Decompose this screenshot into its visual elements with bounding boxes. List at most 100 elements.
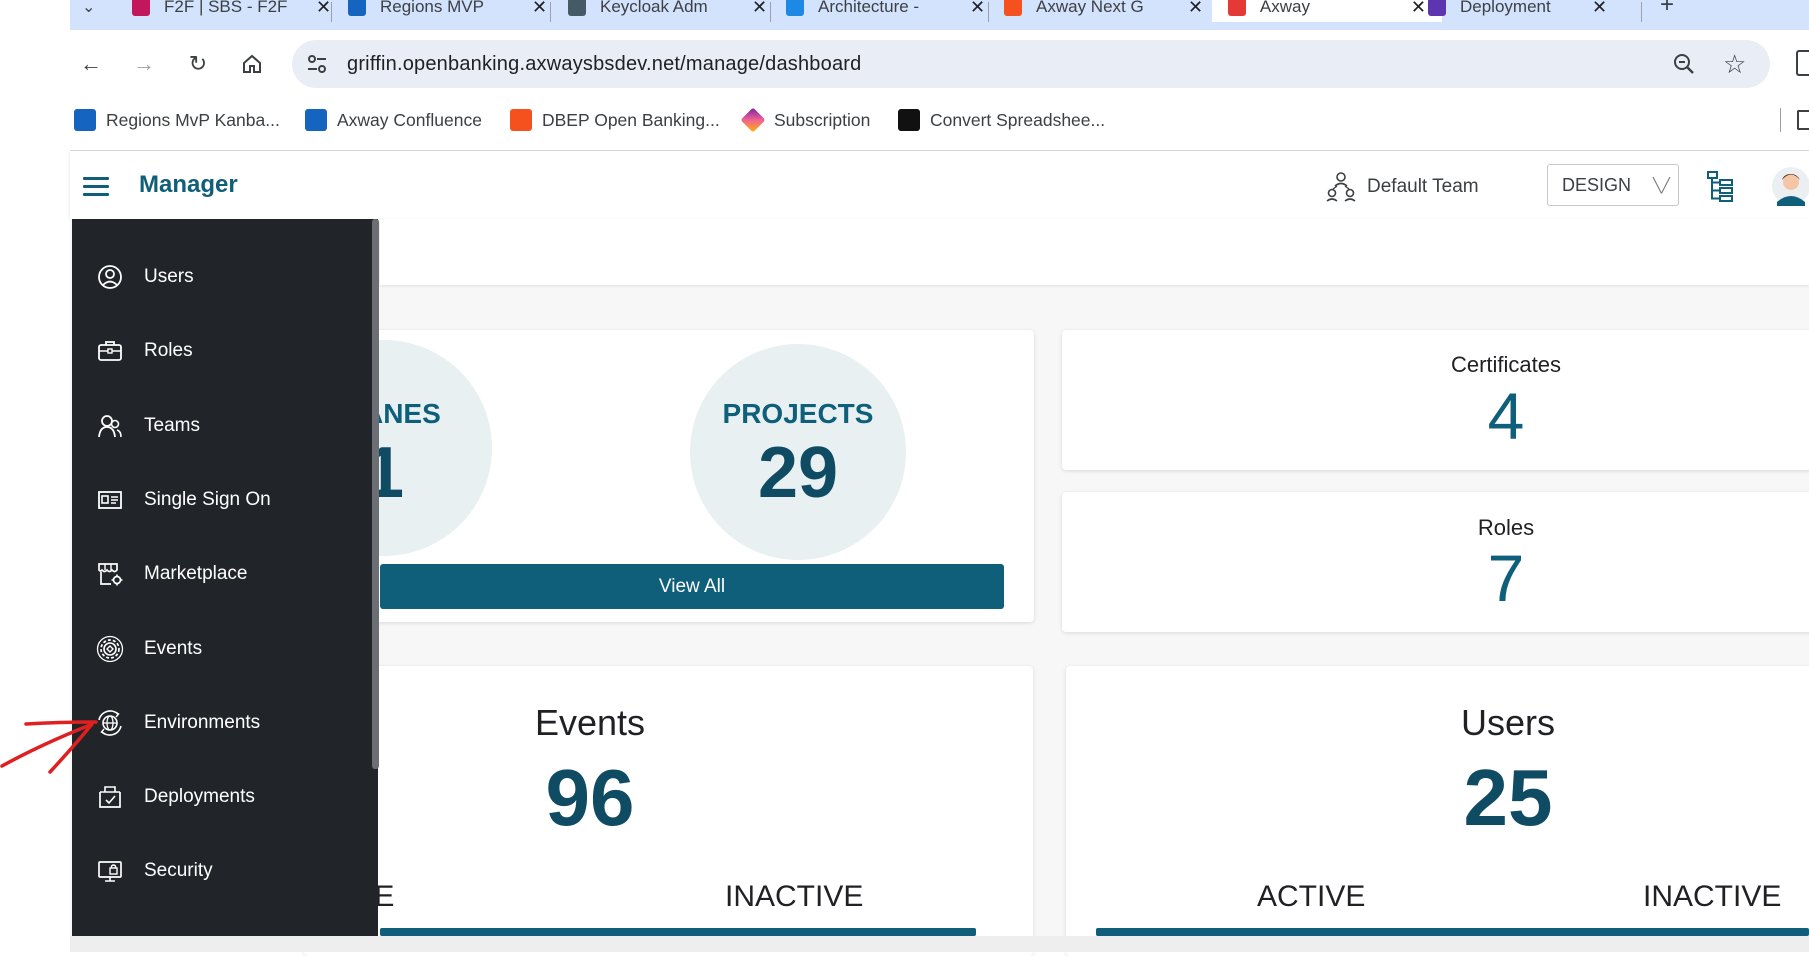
sidebar-item-label: Single Sign On <box>144 489 271 510</box>
sidebar-item-label: Teams <box>144 415 200 436</box>
back-icon[interactable]: ← <box>79 51 103 76</box>
certificates-value: 4 <box>1487 379 1525 453</box>
site-info-icon[interactable] <box>304 51 330 77</box>
tab-close-icon[interactable]: ✕ <box>970 0 985 18</box>
briefcase-icon <box>96 337 124 365</box>
tab-close-icon[interactable]: ✕ <box>316 0 331 18</box>
browser-tab[interactable]: Architecture - ✕ <box>786 0 985 22</box>
bookmark-item[interactable]: Regions MvP Kanba... <box>74 108 280 132</box>
tab-favicon-icon <box>1428 0 1446 16</box>
bottom-bar <box>70 936 1809 952</box>
tab-close-icon[interactable]: ✕ <box>1592 0 1607 18</box>
id-card-icon <box>96 486 124 514</box>
browser-tab[interactable]: Deployment ✕ <box>1428 0 1607 22</box>
tab-title: F2F | SBS - F2F <box>164 0 288 16</box>
home-icon[interactable] <box>240 52 264 76</box>
sidebar-item-teams[interactable]: Teams <box>72 389 372 463</box>
tab-title: Axway <box>1259 0 1310 16</box>
certificates-label: Certificates <box>1450 352 1562 377</box>
tab-favicon-icon <box>348 0 366 16</box>
extensions-icon[interactable] <box>1796 50 1809 76</box>
mode-select-value: DESIGN <box>1562 174 1632 195</box>
tab-title: Axway Next G <box>1036 0 1144 16</box>
tab-search-chevron-icon[interactable]: ⌄ <box>82 0 95 22</box>
tab-separator <box>988 2 989 22</box>
bookmark-item[interactable]: Axway Confluence <box>305 108 482 132</box>
browser-tab[interactable]: Keycloak Adm ✕ <box>568 0 767 22</box>
team-selector[interactable]: Default Team <box>1367 176 1479 198</box>
hamburger-menu-icon[interactable] <box>83 177 109 197</box>
view-all-button[interactable]: View All <box>380 564 1004 609</box>
sidebar-item-deployments[interactable]: Deployments <box>72 760 372 834</box>
projects-value: 29 <box>757 433 839 513</box>
sidebar-item-label: Roles <box>144 340 193 361</box>
tab-close-icon[interactable]: ✕ <box>532 0 547 18</box>
sidebar-item-events[interactable]: Events <box>72 612 372 686</box>
tab-close-icon[interactable]: ✕ <box>1188 0 1203 18</box>
users-inactive-label: INACTIVE <box>1643 880 1782 913</box>
bookmark-separator <box>1780 108 1781 132</box>
mode-select[interactable]: DESIGN ╲╱ <box>1547 164 1679 206</box>
sidebar-item-label: Security <box>144 860 213 881</box>
events-title: Events <box>534 702 646 743</box>
browser-tab[interactable]: F2F | SBS - F2F ✕ <box>132 0 331 22</box>
tab-separator <box>331 2 332 22</box>
team-icon <box>96 412 124 440</box>
tree-list-icon[interactable] <box>1706 170 1736 202</box>
bookmark-item[interactable]: Convert Spreadshee... <box>898 108 1105 132</box>
sidebar-item-label: Marketplace <box>144 563 248 584</box>
bookmark-star-icon[interactable]: ☆ <box>1723 49 1746 80</box>
tab-title: Keycloak Adm <box>600 0 708 16</box>
sidebar-item-label: Events <box>144 638 203 659</box>
events-inactive-label: INACTIVE <box>725 880 864 913</box>
bookmark-label: Subscription <box>774 109 871 130</box>
tab-close-icon[interactable]: ✕ <box>1411 0 1426 18</box>
url-text[interactable]: griffin.openbanking.axwaysbsdev.net/mana… <box>347 53 861 76</box>
sidebar-item-label: Deployments <box>144 786 255 807</box>
roles-value: 7 <box>1487 541 1525 615</box>
bookmark-favicon-icon <box>898 109 920 131</box>
sidebar-item-label: Users <box>144 266 194 287</box>
bookmark-item[interactable]: DBEP Open Banking... <box>510 108 720 132</box>
projects-label: PROJECTS <box>722 398 874 429</box>
browser-tab[interactable]: Axway Next G ✕ <box>1004 0 1203 22</box>
app-title: Manager <box>139 171 238 198</box>
roles-label: Roles <box>1477 515 1535 540</box>
security-screen-icon <box>96 857 124 885</box>
tab-favicon-icon <box>568 0 586 16</box>
sidebar-item-users[interactable]: Users <box>72 240 372 314</box>
tab-close-icon[interactable]: ✕ <box>752 0 767 18</box>
zoom-icon[interactable] <box>1672 52 1696 76</box>
sidebar-item-environments[interactable]: Environments <box>72 686 372 760</box>
sidebar-item-label: Environments <box>144 712 261 733</box>
events-value: 96 <box>545 753 635 842</box>
bookmark-favicon-icon <box>74 109 96 131</box>
bookmark-label: Convert Spreadshee... <box>930 109 1106 130</box>
chevron-down-icon: ╲╱ <box>1653 176 1670 193</box>
sidebar-item-single-sign-on[interactable]: Single Sign On <box>72 463 372 537</box>
tab-separator <box>550 2 551 22</box>
new-tab-icon[interactable]: + <box>1660 0 1674 20</box>
bookmark-label: Axway Confluence <box>337 109 482 130</box>
sidebar-scrollbar[interactable] <box>372 219 379 769</box>
bookmark-favicon-icon <box>305 109 327 131</box>
bookmark-favicon-icon <box>510 109 532 131</box>
team-icon <box>1326 170 1356 202</box>
storefront-icon <box>96 560 124 588</box>
sidebar-item-security[interactable]: Security <box>72 834 372 908</box>
browser-tab[interactable]: Regions MVP ✕ <box>348 0 547 22</box>
tab-title: Regions MVP <box>380 0 484 16</box>
avatar[interactable] <box>1771 166 1809 206</box>
deploy-box-icon <box>96 783 124 811</box>
reload-icon[interactable]: ↻ <box>186 51 210 76</box>
browser-tab-active[interactable]: Axway ✕ <box>1212 0 1442 22</box>
tab-separator <box>770 2 771 22</box>
forward-icon[interactable]: → <box>132 51 156 76</box>
sidebar-item-roles[interactable]: Roles <box>72 314 372 388</box>
tab-favicon-icon <box>1228 0 1246 16</box>
all-bookmarks-icon[interactable] <box>1797 110 1809 130</box>
bookmark-item[interactable]: Subscription <box>740 107 871 133</box>
users-value: 25 <box>1463 753 1553 842</box>
sidebar-item-marketplace[interactable]: Marketplace <box>72 537 372 611</box>
content-top-bar <box>380 219 1809 285</box>
